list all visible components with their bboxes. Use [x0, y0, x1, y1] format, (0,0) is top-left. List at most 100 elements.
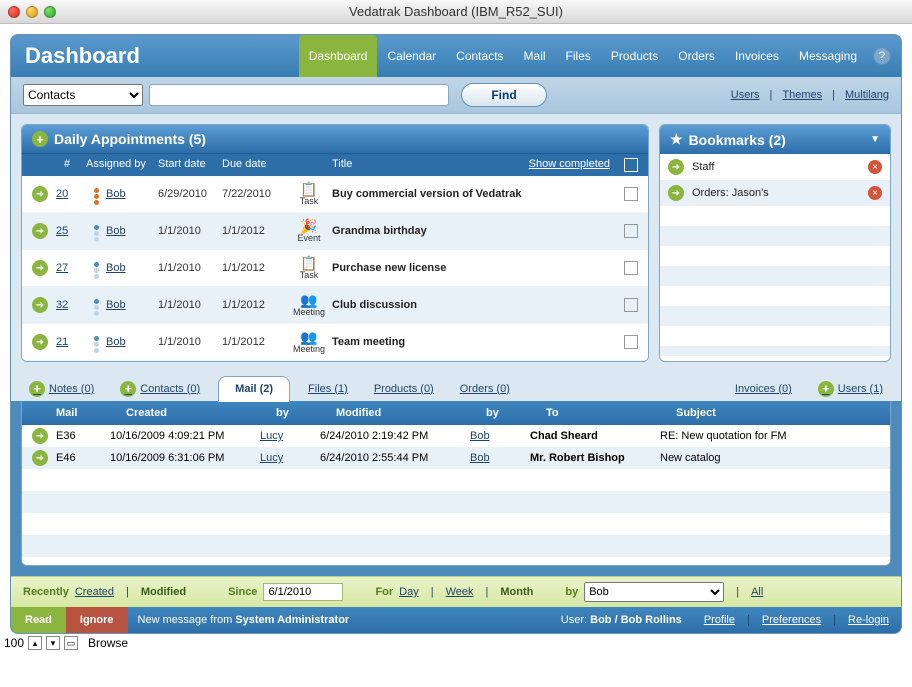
- appointments-title: Daily Appointments (5): [54, 131, 206, 147]
- preferences-link[interactable]: Preferences: [762, 614, 821, 626]
- filter-week-link[interactable]: Week: [446, 586, 474, 598]
- ignore-button[interactable]: Ignore: [66, 607, 128, 633]
- nav-contacts[interactable]: Contacts: [446, 35, 513, 77]
- start-date: 1/1/2010: [158, 262, 222, 274]
- add-icon[interactable]: +: [120, 381, 136, 397]
- go-to-mail-button[interactable]: ➜: [32, 450, 48, 466]
- col-title[interactable]: Title: [332, 158, 529, 172]
- go-to-appointment-button[interactable]: ➜: [32, 223, 48, 239]
- mail-col-modified[interactable]: Modified: [336, 407, 486, 419]
- tab-mail[interactable]: Mail (2): [218, 376, 290, 402]
- assigned-by-link[interactable]: Bob: [106, 336, 158, 348]
- mail-col-id[interactable]: Mail: [56, 407, 126, 419]
- assigned-by-link[interactable]: Bob: [106, 188, 158, 200]
- appointment-number-link[interactable]: 21: [56, 336, 86, 348]
- appointment-number-link[interactable]: 32: [56, 299, 86, 311]
- mail-col-by2[interactable]: by: [486, 407, 546, 419]
- tab-contacts[interactable]: +Contacts (0): [112, 377, 208, 401]
- appointment-number-link[interactable]: 25: [56, 225, 86, 237]
- themes-link[interactable]: Themes: [782, 89, 822, 101]
- assigned-by-link[interactable]: Bob: [106, 299, 158, 311]
- search-input[interactable]: [149, 84, 449, 106]
- appointment-row: ➜25Bob1/1/20101/1/2012🎉EventGrandma birt…: [22, 213, 648, 250]
- filter-day-link[interactable]: Day: [399, 586, 419, 598]
- zoom-out-icon[interactable]: ▴: [28, 636, 42, 650]
- tab-orders[interactable]: Orders (0): [452, 379, 518, 399]
- go-to-bookmark-button[interactable]: ➜: [668, 185, 684, 201]
- add-icon[interactable]: +: [29, 381, 45, 397]
- tab-invoices[interactable]: Invoices (0): [727, 379, 800, 399]
- assigned-by-link[interactable]: Bob: [106, 225, 158, 237]
- multilang-link[interactable]: Multilang: [845, 89, 889, 101]
- go-to-appointment-button[interactable]: ➜: [32, 260, 48, 276]
- delete-bookmark-button[interactable]: ×: [868, 160, 882, 174]
- nav-calendar[interactable]: Calendar: [377, 35, 446, 77]
- help-button[interactable]: ?: [873, 47, 891, 65]
- go-to-bookmark-button[interactable]: ➜: [668, 159, 684, 175]
- filter-modified-label[interactable]: Modified: [141, 586, 186, 598]
- by-label: by: [565, 586, 578, 598]
- col-due[interactable]: Due date: [222, 158, 286, 172]
- relogin-link[interactable]: Re-login: [848, 614, 889, 626]
- for-label: For: [375, 586, 393, 598]
- tab-files[interactable]: Files (1): [300, 379, 356, 399]
- appointment-number-link[interactable]: 27: [56, 262, 86, 274]
- completed-checkbox[interactable]: [624, 298, 638, 312]
- nav-mail[interactable]: Mail: [514, 35, 556, 77]
- tab-notes[interactable]: +Notes (0): [21, 377, 102, 401]
- completed-checkbox[interactable]: [624, 187, 638, 201]
- assigned-by-link[interactable]: Bob: [106, 262, 158, 274]
- mode-label[interactable]: Browse: [88, 636, 128, 650]
- nav-messaging[interactable]: Messaging: [789, 35, 867, 77]
- profile-link[interactable]: Profile: [704, 614, 735, 626]
- mail-col-by[interactable]: by: [276, 407, 336, 419]
- nav-products[interactable]: Products: [601, 35, 668, 77]
- since-date-input[interactable]: [263, 583, 343, 601]
- show-completed-link[interactable]: Show completed: [529, 158, 618, 172]
- mail-col-created[interactable]: Created: [126, 407, 276, 419]
- go-to-appointment-button[interactable]: ➜: [32, 186, 48, 202]
- completed-checkbox[interactable]: [624, 224, 638, 238]
- mail-subject: RE: New quotation for FM: [660, 430, 880, 442]
- nav-invoices[interactable]: Invoices: [725, 35, 789, 77]
- bookmark-label[interactable]: Orders: Jason's: [692, 187, 868, 199]
- filter-month-label[interactable]: Month: [500, 586, 533, 598]
- tab-users[interactable]: +Users (1): [810, 377, 891, 401]
- nav-files[interactable]: Files: [556, 35, 601, 77]
- go-to-appointment-button[interactable]: ➜: [32, 334, 48, 350]
- status-toolbar-icon[interactable]: ▭: [64, 636, 78, 650]
- search-category-select[interactable]: Contacts: [23, 84, 143, 106]
- priority-icon: [86, 295, 106, 316]
- users-link[interactable]: Users: [731, 89, 760, 101]
- find-button[interactable]: Find: [461, 83, 547, 107]
- by-user-select[interactable]: Bob: [584, 582, 724, 602]
- col-assigned[interactable]: Assigned by: [86, 158, 158, 172]
- due-date: 7/22/2010: [222, 188, 286, 200]
- zoom-level[interactable]: 100: [4, 636, 24, 650]
- due-date: 1/1/2012: [222, 262, 286, 274]
- filter-all-link[interactable]: All: [751, 586, 763, 598]
- mail-col-to[interactable]: To: [546, 407, 676, 419]
- col-start[interactable]: Start date: [158, 158, 222, 172]
- nav-dashboard[interactable]: Dashboard: [299, 35, 378, 77]
- due-date: 1/1/2012: [222, 336, 286, 348]
- tab-products[interactable]: Products (0): [366, 379, 442, 399]
- bookmarks-menu-chevron-icon[interactable]: ▼: [870, 134, 880, 145]
- mail-col-subject[interactable]: Subject: [676, 407, 880, 419]
- completed-checkbox[interactable]: [624, 261, 638, 275]
- go-to-mail-button[interactable]: ➜: [32, 428, 48, 444]
- zoom-in-icon[interactable]: ▾: [46, 636, 60, 650]
- completed-checkbox[interactable]: [624, 335, 638, 349]
- appointment-number-link[interactable]: 20: [56, 188, 86, 200]
- add-appointment-button[interactable]: +: [32, 131, 48, 147]
- bookmark-label[interactable]: Staff: [692, 161, 868, 173]
- go-to-appointment-button[interactable]: ➜: [32, 297, 48, 313]
- show-completed-checkbox[interactable]: [624, 158, 638, 172]
- nav-orders[interactable]: Orders: [668, 35, 725, 77]
- read-button[interactable]: Read: [11, 607, 66, 633]
- filter-created-link[interactable]: Created: [75, 586, 114, 598]
- due-date: 1/1/2012: [222, 299, 286, 311]
- delete-bookmark-button[interactable]: ×: [868, 186, 882, 200]
- add-icon[interactable]: +: [818, 381, 834, 397]
- mail-created-by: Lucy: [260, 452, 320, 464]
